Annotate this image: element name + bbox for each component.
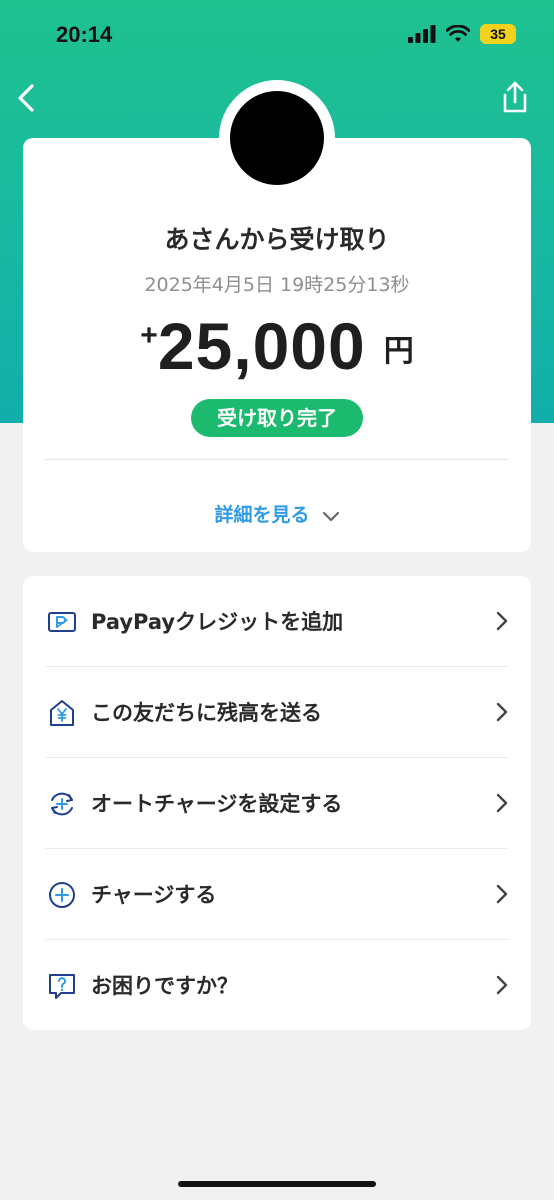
- auto-charge-icon: [51, 792, 73, 816]
- chevron-right-icon: [496, 702, 508, 722]
- help-question-icon: [49, 974, 75, 999]
- credit-card-icon: [48, 612, 76, 632]
- menu-item-send-balance[interactable]: この友だちに残高を送る: [23, 667, 531, 757]
- status-bar: 20:14 35: [0, 0, 554, 72]
- details-toggle[interactable]: 詳細を見る: [23, 500, 531, 527]
- charge-plus-icon: [49, 882, 75, 908]
- chevron-left-icon[interactable]: [12, 80, 42, 116]
- transaction-datetime: 2025年4月5日 19時25分13秒: [144, 274, 410, 296]
- wifi-icon: [446, 25, 470, 42]
- status-badge: 受け取り完了: [191, 399, 363, 437]
- menu-label: オートチャージを設定する: [91, 792, 343, 816]
- chevron-down-icon: [322, 511, 339, 521]
- avatar: [230, 91, 324, 185]
- status-icons: 35: [408, 24, 516, 44]
- menu-label: チャージする: [91, 883, 217, 907]
- menu-item-charge[interactable]: チャージする: [23, 849, 531, 939]
- menu-item-help[interactable]: お困りですか？: [23, 940, 531, 1030]
- menu-item-auto-charge[interactable]: オートチャージを設定する: [23, 758, 531, 848]
- chevron-right-icon: [496, 884, 508, 904]
- menu-label: PayPayクレジットを追加: [91, 610, 344, 634]
- menu-label: お困りですか？: [91, 974, 238, 998]
- amount-currency: 円: [383, 334, 414, 369]
- transaction-amount: +25,000 円: [23, 308, 531, 384]
- home-indicator: [178, 1181, 376, 1187]
- amount-value: 25,000: [157, 309, 366, 383]
- action-menu: PayPayクレジットを追加 この友だちに残高を送る オートチャージを設定する: [23, 576, 531, 1030]
- chevron-right-icon: [496, 611, 508, 631]
- cellular-signal-icon: [408, 25, 436, 43]
- battery-icon: 35: [480, 24, 516, 44]
- status-time: 20:14: [56, 22, 113, 47]
- chevron-right-icon: [496, 975, 508, 995]
- transaction-card: あさんから受け取り 2025年4月5日 19時25分13秒 +25,000 円 受…: [23, 138, 531, 552]
- menu-item-paypay-credit[interactable]: PayPayクレジットを追加: [23, 576, 531, 666]
- transaction-title: あさんから受け取り: [164, 225, 390, 254]
- card-divider: [45, 459, 509, 460]
- menu-label: この友だちに残高を送る: [91, 701, 322, 725]
- chevron-right-icon: [496, 793, 508, 813]
- amount-sign: +: [140, 319, 158, 352]
- send-yen-icon: [50, 700, 74, 726]
- details-label: 詳細を見る: [214, 504, 310, 526]
- share-icon[interactable]: [500, 80, 530, 114]
